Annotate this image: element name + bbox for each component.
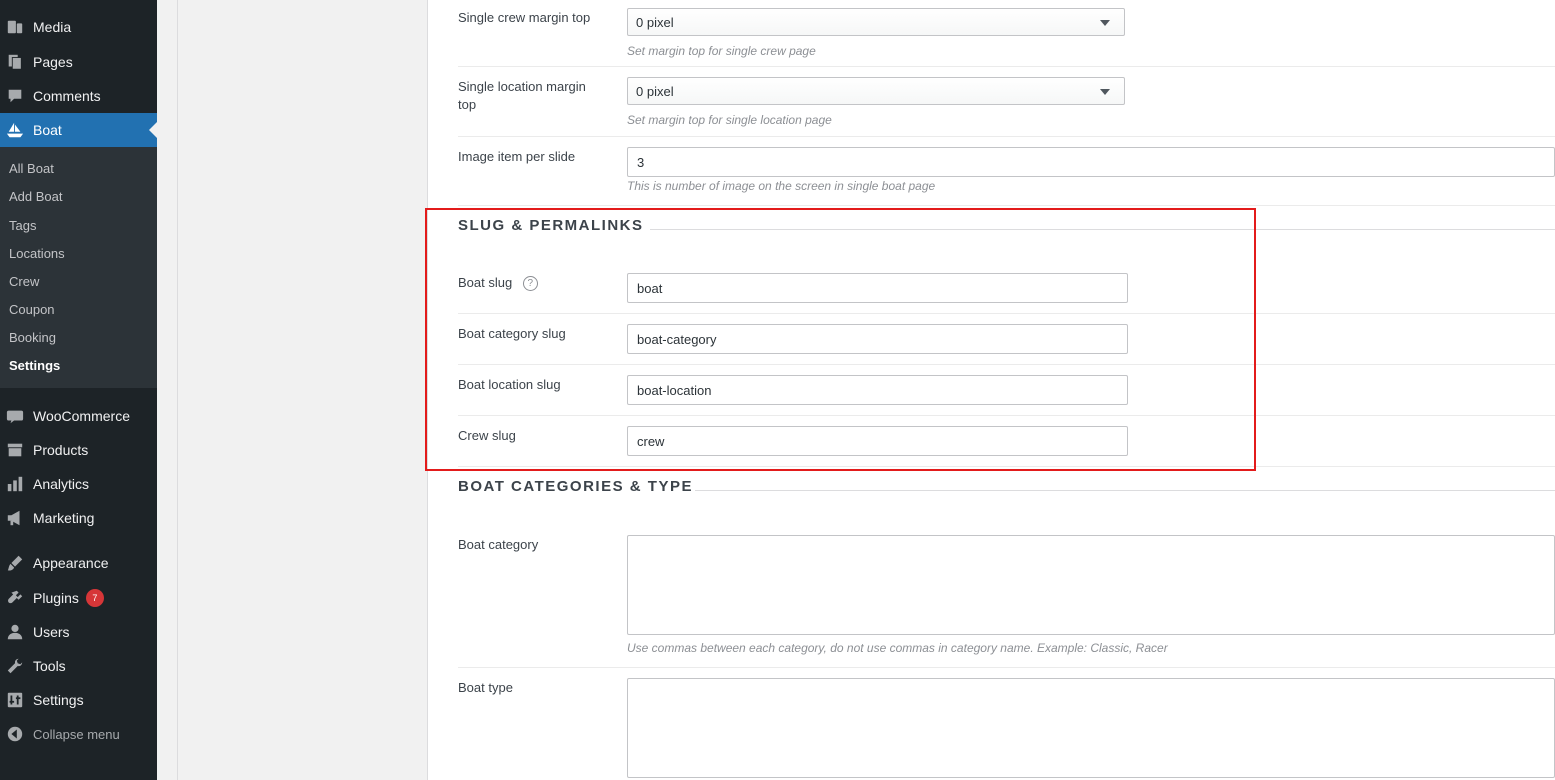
pages-icon bbox=[5, 52, 25, 72]
help-icon[interactable]: ? bbox=[522, 276, 538, 292]
menu-label: Comments bbox=[33, 88, 101, 104]
menu-label: Tools bbox=[33, 658, 66, 674]
products-icon bbox=[5, 440, 25, 460]
crew-slug-label: Crew slug bbox=[458, 428, 516, 443]
row-divider bbox=[458, 667, 1555, 668]
menu-analytics[interactable]: Analytics bbox=[0, 467, 157, 501]
admin-sidebar: Media Pages Comments Boat All Boat Add B… bbox=[0, 0, 157, 780]
menu-plugins[interactable]: Plugins 7 bbox=[0, 581, 157, 615]
slug-section-title: SLUG & PERMALINKS bbox=[458, 217, 644, 234]
crew-margin-value: 0 pixel bbox=[636, 14, 674, 30]
row-divider bbox=[458, 466, 1555, 467]
location-margin-label: Single location margin top bbox=[458, 78, 586, 114]
submenu-settings[interactable]: Settings bbox=[9, 358, 60, 373]
settings-icon bbox=[5, 690, 25, 710]
boat-submenu: All Boat Add Boat Tags Locations Crew Co… bbox=[0, 147, 157, 388]
menu-boat[interactable]: Boat bbox=[0, 113, 157, 147]
plugins-icon bbox=[5, 588, 25, 608]
boat-category-textarea[interactable] bbox=[627, 535, 1555, 635]
submenu-tags[interactable]: Tags bbox=[9, 218, 36, 233]
row-divider bbox=[458, 364, 1555, 365]
submenu-booking[interactable]: Booking bbox=[9, 330, 56, 345]
collapse-icon bbox=[5, 724, 25, 744]
menu-label: Analytics bbox=[33, 476, 90, 492]
section-divider bbox=[695, 490, 1555, 491]
marketing-icon bbox=[5, 508, 25, 528]
media-icon bbox=[5, 17, 25, 37]
menu-label: WooCommerce bbox=[33, 408, 130, 424]
submenu-locations[interactable]: Locations bbox=[9, 246, 65, 261]
menu-products[interactable]: Products bbox=[0, 433, 157, 467]
chevron-down-icon bbox=[1100, 89, 1110, 95]
crew-margin-description: Set margin top for single crew page bbox=[627, 44, 816, 58]
categories-section-title: BOAT CATEGORIES & TYPE bbox=[458, 478, 693, 495]
content-divider bbox=[177, 0, 178, 780]
crew-slug-input[interactable]: crew bbox=[627, 426, 1128, 456]
boat-icon bbox=[5, 120, 25, 140]
boat-slug-label: Boat slug ? bbox=[458, 274, 538, 292]
submenu-add-boat[interactable]: Add Boat bbox=[9, 189, 63, 204]
category-slug-label: Boat category slug bbox=[458, 326, 566, 341]
menu-label: Pages bbox=[33, 54, 73, 70]
row-divider bbox=[458, 415, 1555, 416]
menu-users[interactable]: Users bbox=[0, 615, 157, 649]
boat-type-label: Boat type bbox=[458, 680, 513, 695]
image-per-slide-description: This is number of image on the screen in… bbox=[627, 179, 936, 193]
image-per-slide-label: Image item per slide bbox=[458, 149, 576, 164]
menu-label: Products bbox=[33, 442, 89, 458]
location-slug-input[interactable]: boat-location bbox=[627, 375, 1128, 405]
location-slug-label: Boat location slug bbox=[458, 377, 561, 392]
menu-pages[interactable]: Pages bbox=[0, 45, 157, 79]
users-icon bbox=[5, 622, 25, 642]
location-margin-description: Set margin top for single location page bbox=[627, 113, 832, 127]
submenu-all-boat[interactable]: All Boat bbox=[9, 161, 54, 176]
row-divider bbox=[458, 66, 1555, 67]
appearance-icon bbox=[5, 553, 25, 573]
analytics-icon bbox=[5, 474, 25, 494]
menu-label: Boat bbox=[33, 122, 62, 138]
menu-label: Settings bbox=[33, 692, 84, 708]
plugins-update-badge: 7 bbox=[85, 589, 104, 607]
tools-icon bbox=[5, 656, 25, 676]
boat-slug-input[interactable]: boat bbox=[627, 273, 1128, 303]
menu-settings[interactable]: Settings bbox=[0, 683, 157, 717]
crew-margin-select[interactable]: 0 pixel bbox=[627, 8, 1125, 36]
menu-label: Marketing bbox=[33, 510, 95, 526]
submenu-coupon[interactable]: Coupon bbox=[9, 302, 55, 317]
comments-icon bbox=[5, 86, 25, 106]
boat-slug-label-text: Boat slug bbox=[458, 275, 513, 290]
crew-margin-label: Single crew margin top bbox=[458, 10, 591, 25]
menu-marketing[interactable]: Marketing bbox=[0, 501, 157, 535]
row-divider bbox=[458, 136, 1555, 137]
menu-label: Media bbox=[33, 19, 72, 35]
collapse-menu-button[interactable]: Collapse menu bbox=[0, 717, 157, 751]
menu-label: Plugins bbox=[33, 590, 79, 606]
section-divider bbox=[650, 229, 1555, 230]
row-divider bbox=[458, 313, 1555, 314]
menu-media[interactable]: Media bbox=[0, 10, 157, 44]
menu-label: Users bbox=[33, 624, 70, 640]
boat-type-textarea[interactable] bbox=[627, 678, 1555, 778]
menu-label: Appearance bbox=[33, 555, 109, 571]
menu-tools[interactable]: Tools bbox=[0, 649, 157, 683]
image-per-slide-input[interactable]: 3 bbox=[627, 147, 1555, 177]
boat-category-description: Use commas between each category, do not… bbox=[627, 641, 1168, 655]
row-divider bbox=[458, 205, 1555, 206]
menu-woocommerce[interactable]: WooCommerce bbox=[0, 399, 157, 433]
collapse-label: Collapse menu bbox=[33, 726, 120, 742]
boat-category-label: Boat category bbox=[458, 537, 539, 552]
menu-appearance[interactable]: Appearance bbox=[0, 546, 157, 580]
submenu-crew[interactable]: Crew bbox=[9, 274, 39, 289]
category-slug-input[interactable]: boat-category bbox=[627, 324, 1128, 354]
location-margin-select[interactable]: 0 pixel bbox=[627, 77, 1125, 105]
location-margin-label-line1: Single location margin bbox=[458, 79, 586, 94]
woocommerce-icon bbox=[5, 406, 25, 426]
location-margin-label-line2: top bbox=[458, 97, 477, 112]
chevron-down-icon bbox=[1100, 20, 1110, 26]
location-margin-value: 0 pixel bbox=[636, 83, 674, 99]
menu-comments[interactable]: Comments bbox=[0, 79, 157, 113]
